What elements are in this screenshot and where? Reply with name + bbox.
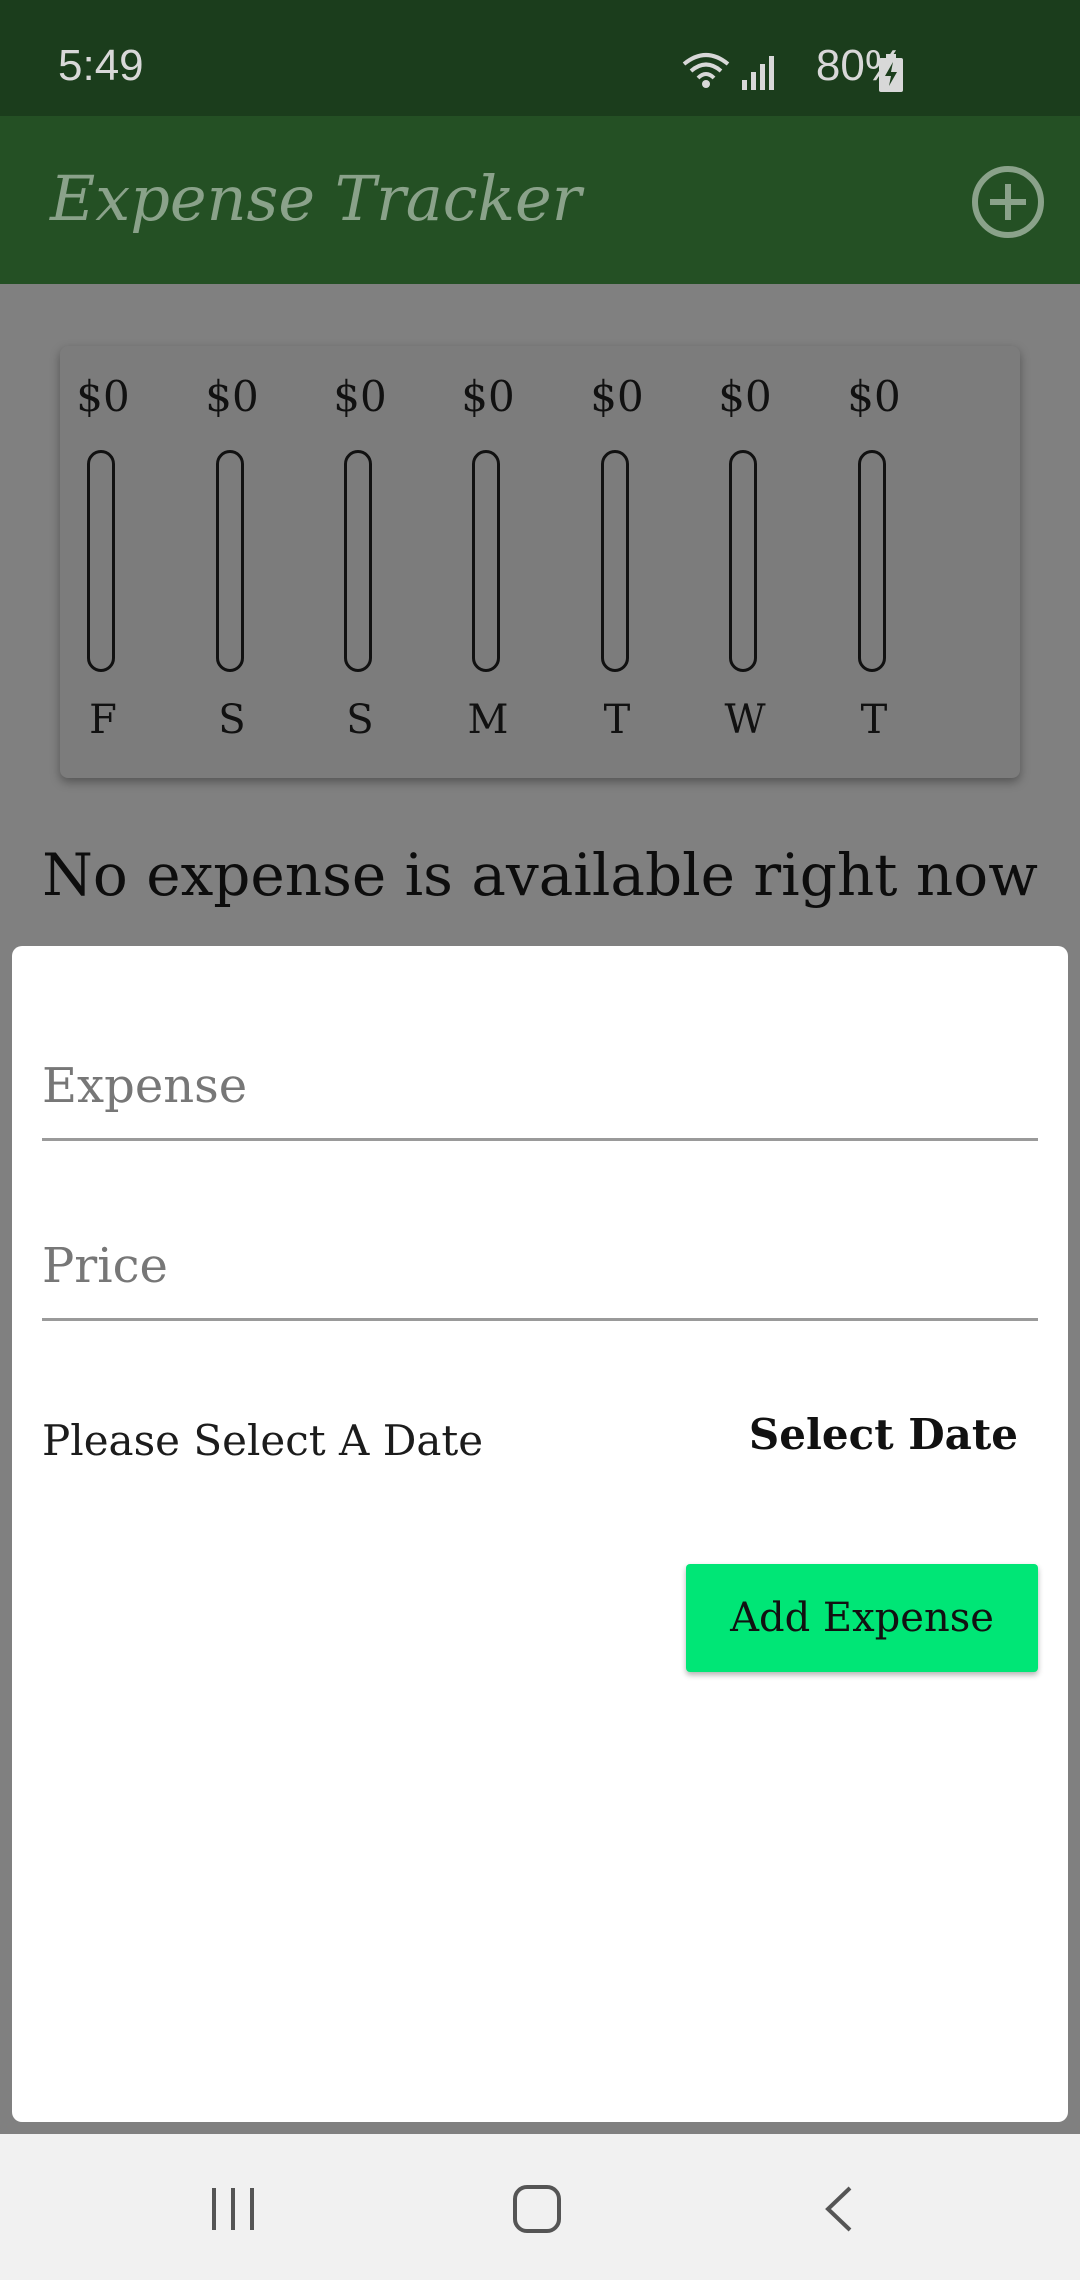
bar-track [729,450,757,672]
bar-track [344,450,372,672]
battery-charging-icon [879,54,903,92]
chart-bar-column: $0 F [53,346,153,778]
price-field[interactable]: Price [42,1222,1038,1321]
chart-bar-column: $0 T [567,346,667,778]
price-placeholder: Price [42,1238,168,1294]
expense-placeholder: Expense [42,1058,248,1114]
bar-track [472,450,500,672]
chart-bar-column: $0 W [695,346,795,778]
status-bar: 5:49 80% [0,0,1080,116]
weekly-chart: $0 F $0 S $0 S $0 M $0 T $0 W $0 T [60,346,1020,778]
chart-bar-column: $0 S [182,346,282,778]
chart-bar-column: $0 T [824,346,924,778]
bar-amount-label: $0 [205,372,259,421]
signal-icon [742,56,774,90]
screen: 5:49 80% Expense Tracker $0 F $0 S $0 S $0 M $0 T… [0,0,1080,2280]
bar-track [87,450,115,672]
chart-bar-column: $0 M [438,346,538,778]
select-date-button[interactable]: Select Date [749,1410,1018,1459]
bar-track [601,450,629,672]
bar-track [858,450,886,672]
bar-day-label: F [89,697,117,743]
bar-day-label: W [724,697,766,743]
add-expense-sheet: Expense Price Please Select A Date Selec… [12,946,1068,2122]
bar-amount-label: $0 [590,372,644,421]
bar-day-label: S [346,697,374,743]
bar-day-label: T [860,697,888,743]
date-label: Please Select A Date [42,1416,484,1465]
bar-amount-label: $0 [718,372,772,421]
bar-day-label: M [467,697,509,743]
status-time: 5:49 [58,41,144,90]
app-bar: Expense Tracker [0,116,1080,284]
add-expense-button[interactable]: Add Expense [686,1564,1038,1672]
app-title: Expense Tracker [50,162,582,235]
navigation-bar [0,2134,1080,2280]
bar-day-label: T [603,697,631,743]
bar-amount-label: $0 [333,372,387,421]
back-icon[interactable] [820,2184,856,2234]
bar-track [216,450,244,672]
bar-amount-label: $0 [847,372,901,421]
bar-day-label: S [218,697,246,743]
recents-icon[interactable] [208,2186,258,2232]
chart-bar-column: $0 S [310,346,410,778]
bar-amount-label: $0 [461,372,515,421]
wifi-icon [682,53,730,88]
expense-field[interactable]: Expense [42,1042,1038,1141]
bar-amount-label: $0 [76,372,130,421]
plus-circle-icon[interactable] [970,164,1046,240]
empty-message: No expense is available right now [42,841,1038,909]
home-icon[interactable] [512,2184,562,2234]
